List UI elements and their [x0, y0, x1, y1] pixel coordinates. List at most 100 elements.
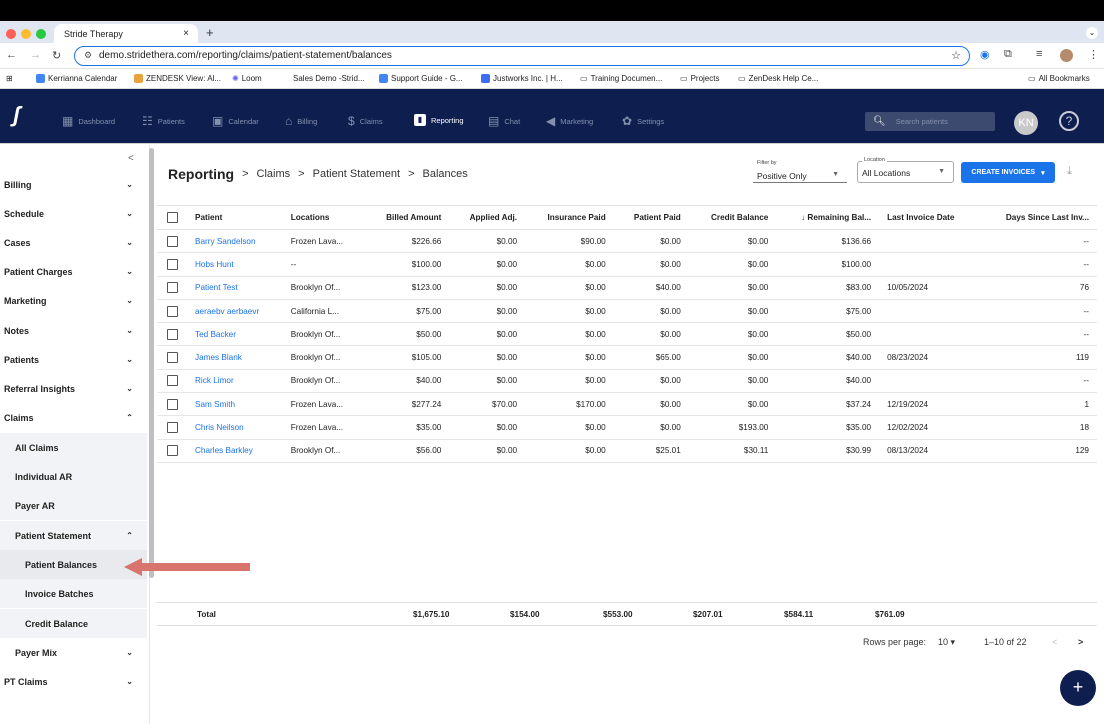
chevron-icon[interactable]: ⌃ — [126, 531, 133, 540]
sidebar-item-patients[interactable]: Patients ⌄ — [0, 345, 147, 374]
nav-dashboard[interactable]: ▦ Dashboard — [62, 114, 115, 128]
extension-icon[interactable]: ◉ — [980, 48, 990, 61]
browser-tab[interactable]: Stride Therapy × — [54, 24, 198, 43]
patient-name-link[interactable]: Charles Barkley — [187, 439, 283, 463]
create-invoices-button[interactable]: CREATE INVOICES ▾ — [961, 162, 1055, 183]
sidebar-item-invoice-batches[interactable]: Invoice Batches — [0, 579, 147, 608]
table-row[interactable]: Chris Neilson Frozen Lava... $35.00 $0.00 $0… — [157, 415, 1097, 440]
patient-name-link[interactable]: Chris Neilson — [187, 415, 283, 440]
row-checkbox[interactable] — [167, 352, 178, 364]
patient-name-link[interactable]: Ted Backer — [187, 322, 283, 347]
close-tab-icon[interactable]: × — [183, 28, 189, 39]
column-header[interactable]: Applied Adj. — [449, 205, 526, 230]
profile-avatar[interactable] — [1060, 49, 1073, 62]
filter-select[interactable]: Filter by Positive Only ▼ — [753, 160, 847, 183]
sidebar-item-pt-claims[interactable]: PT Claims ⌄ — [0, 667, 147, 696]
apps-grid-icon[interactable]: ⊞ — [6, 74, 13, 83]
sidebar-scrollbar[interactable] — [149, 148, 154, 578]
column-header[interactable]: Locations — [282, 205, 365, 230]
sidebar-item-marketing[interactable]: Marketing ⌄ — [0, 286, 147, 315]
chevron-icon[interactable]: ⌃ — [126, 413, 133, 422]
table-row[interactable]: Hobs Hunt -- $100.00 $0.00 $0.00 $0.00 $0.00 $1… — [157, 252, 1097, 277]
sidebar-item-individual-ar[interactable]: Individual AR — [0, 462, 147, 491]
patient-name-link[interactable]: Sam Smith — [187, 392, 283, 417]
prev-page-icon[interactable]: < — [1052, 637, 1057, 647]
bookmark-item[interactable]: Support Guide - G... — [379, 74, 463, 83]
row-checkbox[interactable] — [167, 422, 178, 434]
sidebar-item-patient-charges[interactable]: Patient Charges ⌄ — [0, 257, 147, 286]
row-checkbox[interactable] — [167, 445, 178, 457]
bookmark-item[interactable]: Sales Demo -Strid... — [293, 74, 365, 83]
sidebar-item-claims[interactable]: Claims ⌃ — [0, 403, 147, 432]
media-icon[interactable]: ≡ — [1036, 48, 1042, 60]
all-bookmarks[interactable]: ▭ All Bookmarks — [1028, 74, 1090, 83]
user-avatar[interactable]: KN — [1014, 111, 1038, 135]
row-checkbox[interactable] — [167, 328, 178, 340]
sidebar-item-all-claims[interactable]: All Claims — [0, 433, 147, 462]
nav-calendar[interactable]: ▣ Calendar — [212, 114, 259, 128]
sidebar-item-patient-statement[interactable]: Patient Statement ⌃ — [0, 521, 147, 550]
column-header[interactable]: Patient — [187, 205, 283, 230]
chevron-icon[interactable]: ⌄ — [126, 384, 133, 393]
nav-patients[interactable]: ☷ Patients — [142, 114, 185, 128]
location-select[interactable]: Location All Locations ▼ — [857, 157, 954, 183]
browser-menu-icon[interactable]: ⋮ — [1088, 48, 1099, 61]
patient-name-link[interactable]: Patient Test — [187, 276, 283, 300]
nav-claims[interactable]: $ Claims — [348, 114, 383, 128]
table-row[interactable]: Barry Sandelson Frozen Lava... $226.66 $0.0… — [157, 229, 1097, 254]
table-row[interactable]: aeraebv aerbaevr California L... $75.00 $0.… — [157, 299, 1097, 324]
breadcrumb-claims[interactable]: Claims — [257, 168, 291, 180]
chevron-icon[interactable]: ⌄ — [126, 648, 133, 657]
tab-list-icon[interactable]: ⌄ — [1086, 27, 1098, 39]
row-checkbox[interactable] — [167, 258, 178, 270]
sidebar-item-payer-ar[interactable]: Payer AR — [0, 491, 147, 520]
rows-per-page-select[interactable]: 10 ▾ — [938, 637, 955, 648]
column-header[interactable]: Billed Amount — [364, 205, 450, 230]
nav-chat[interactable]: ▤ Chat — [488, 114, 520, 128]
back-icon[interactable]: ← — [6, 49, 17, 61]
bookmark-item[interactable]: ▭ ZenDesk Help Ce... — [738, 74, 818, 83]
next-page-icon[interactable]: > — [1078, 637, 1083, 647]
add-fab-button[interactable]: + — [1060, 670, 1096, 706]
forward-icon[interactable]: → — [30, 49, 41, 61]
chevron-icon[interactable]: ⌄ — [126, 677, 133, 686]
patient-search-input[interactable]: 🔍︎ Search patients — [865, 112, 995, 131]
nav-settings[interactable]: ✿ Settings — [622, 114, 664, 128]
row-checkbox[interactable] — [167, 305, 178, 317]
chevron-icon[interactable]: ⌄ — [126, 267, 133, 276]
nav-reporting[interactable]: ▮ Reporting — [414, 114, 464, 126]
row-checkbox[interactable] — [167, 375, 178, 387]
column-header[interactable]: Insurance Paid — [525, 205, 614, 230]
chevron-icon[interactable]: ⌄ — [126, 326, 133, 335]
help-icon[interactable]: ? — [1059, 111, 1079, 131]
table-row[interactable]: Ted Backer Brooklyn Of... $50.00 $0.00 $0.00… — [157, 322, 1097, 347]
column-header[interactable]: Days Since Last Inv... — [978, 205, 1097, 230]
patient-name-link[interactable]: aeraebv aerbaevr — [187, 299, 283, 324]
patient-name-link[interactable]: Barry Sandelson — [187, 229, 283, 254]
patient-name-link[interactable]: Rick Limor — [187, 369, 283, 394]
reload-icon[interactable]: ↻ — [52, 49, 61, 62]
table-row[interactable]: Patient Test Brooklyn Of... $123.00 $0.00 $0… — [157, 276, 1097, 300]
chevron-icon[interactable]: ⌄ — [126, 180, 133, 189]
breadcrumb-root[interactable]: Reporting — [168, 166, 234, 182]
sidebar-item-credit-balance[interactable]: Credit Balance — [0, 609, 147, 638]
column-header[interactable]: ↓ Remaining Bal... — [776, 205, 880, 230]
table-row[interactable]: Rick Limor Brooklyn Of... $40.00 $0.00 $0.00… — [157, 369, 1097, 394]
bookmark-item[interactable]: Kerrianna Calendar — [36, 74, 117, 83]
extensions-puzzle-icon[interactable]: ⧉ — [1004, 48, 1012, 61]
bookmark-star-icon[interactable]: ☆ — [951, 49, 961, 62]
sidebar-item-billing[interactable]: Billing ⌄ — [0, 170, 147, 199]
column-header[interactable]: Patient Paid — [613, 205, 689, 230]
collapse-sidebar-icon[interactable]: < — [128, 153, 134, 164]
row-checkbox[interactable] — [167, 282, 178, 294]
sidebar-item-payer-mix[interactable]: Payer Mix ⌄ — [0, 638, 147, 667]
patient-name-link[interactable]: Hobs Hunt — [187, 252, 283, 277]
bookmark-item[interactable]: Justworks Inc. | H... — [481, 74, 563, 83]
bookmark-item[interactable]: ▭ Projects — [680, 74, 719, 83]
close-window-button[interactable] — [6, 29, 16, 39]
nav-billing[interactable]: ⌂ Billing — [285, 114, 317, 128]
sidebar-item-cases[interactable]: Cases ⌄ — [0, 228, 147, 257]
chevron-icon[interactable]: ⌄ — [126, 209, 133, 218]
bookmark-item[interactable]: ▭ Training Documen... — [580, 74, 662, 83]
sidebar-item-schedule[interactable]: Schedule ⌄ — [0, 199, 147, 228]
